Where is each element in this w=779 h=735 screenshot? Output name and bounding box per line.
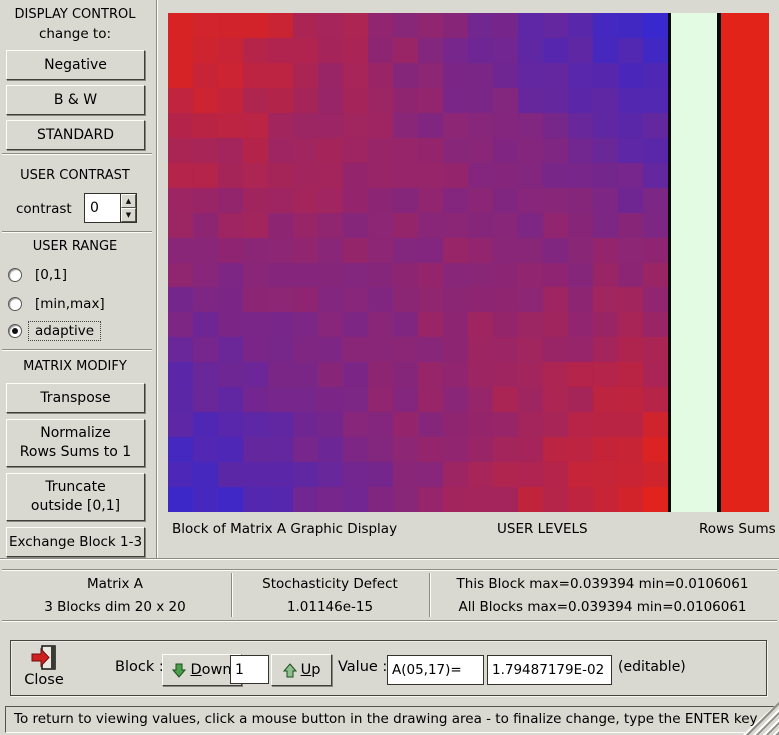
stochasticity-label: Stochasticity Defect — [232, 576, 428, 592]
sidebar: DISPLAY CONTROL change to: Negative B & … — [0, 0, 157, 558]
normalize-line2: Rows Sums to 1 — [20, 443, 131, 462]
block-up-button[interactable]: Up — [271, 654, 332, 686]
separator — [2, 349, 152, 350]
editable-note: (editable) — [618, 659, 686, 675]
negative-button[interactable]: Negative — [6, 50, 145, 80]
radio-icon — [8, 268, 22, 282]
radio-range-minmax[interactable]: [min,max] — [8, 295, 105, 313]
contrast-spin-buttons: ▲ ▼ — [120, 193, 137, 223]
up-arrow-icon — [283, 663, 297, 678]
down-label: Down — [190, 661, 231, 680]
truncate-line1: Truncate — [45, 478, 105, 497]
user-levels-strip[interactable] — [671, 13, 717, 512]
value-label: Value : — [338, 659, 387, 675]
matrix-display-window: { "sidebar": { "display_control_title": … — [0, 0, 779, 735]
exit-door-icon — [30, 645, 58, 671]
truncate-line2: outside [0,1] — [31, 497, 120, 516]
close-button[interactable]: Close — [15, 643, 73, 693]
separator — [2, 231, 152, 232]
radio-label: [min,max] — [35, 296, 105, 312]
truncate-button[interactable]: Truncate outside [0,1] — [6, 473, 145, 521]
transpose-button[interactable]: Transpose — [6, 383, 145, 413]
drawing-area: Block of Matrix A Graphic Display USER L… — [157, 0, 779, 558]
close-label: Close — [15, 672, 73, 688]
rows-sums-label: Rows Sums — [699, 521, 776, 537]
block-display-label: Block of Matrix A Graphic Display — [172, 521, 397, 537]
change-to-label: change to: — [0, 26, 150, 42]
up-label: Up — [301, 661, 321, 680]
standard-button[interactable]: STANDARD — [6, 120, 145, 150]
bw-button[interactable]: B & W — [6, 85, 145, 115]
normalize-line1: Normalize — [40, 424, 111, 443]
radio-icon — [8, 297, 22, 311]
matrix-name: Matrix A — [0, 576, 230, 592]
exchange-block-button[interactable]: Exchange Block 1-3 — [6, 527, 145, 557]
separator — [2, 620, 777, 621]
this-block-stats: This Block max=0.039394 min=0.0106061 — [430, 576, 775, 592]
user-contrast-title: USER CONTRAST — [0, 168, 150, 183]
matrix-info: 3 Blocks dim 20 x 20 — [0, 599, 230, 615]
status-panel: Matrix A 3 Blocks dim 20 x 20 Stochastic… — [0, 569, 779, 621]
matrix-modify-title: MATRIX MODIFY — [0, 359, 150, 374]
cell-value-input[interactable] — [487, 655, 612, 685]
radio-label: [0,1] — [35, 267, 67, 283]
block-number-input[interactable] — [230, 655, 269, 684]
contrast-spinner: ▲ ▼ — [84, 193, 137, 223]
contrast-input[interactable] — [84, 193, 120, 223]
rows-sums-strip[interactable] — [721, 13, 769, 512]
down-arrow-icon — [172, 663, 186, 678]
cell-ref-input[interactable] — [387, 655, 484, 685]
radio-range-adaptive[interactable]: adaptive — [8, 322, 101, 340]
radio-label: adaptive — [28, 321, 101, 341]
block-label: Block : — [115, 659, 164, 675]
separator — [2, 569, 777, 570]
radio-range-01[interactable]: [0,1] — [8, 266, 67, 284]
status-message: To return to viewing values, click a mou… — [14, 711, 776, 727]
matrix-heatmap[interactable] — [168, 13, 668, 512]
stochasticity-value: 1.01146e-15 — [232, 599, 428, 615]
display-control-title: DISPLAY CONTROL — [0, 7, 150, 22]
contrast-label: contrast — [16, 201, 72, 217]
control-bar: Close Block : Down Up Value : (editable) — [10, 640, 767, 696]
normalize-button[interactable]: Normalize Rows Sums to 1 — [6, 419, 145, 467]
separator — [2, 153, 152, 154]
all-blocks-stats: All Blocks max=0.039394 min=0.0106061 — [430, 599, 775, 615]
spin-down-icon[interactable]: ▼ — [121, 208, 136, 222]
radio-icon — [8, 324, 22, 338]
user-range-title: USER RANGE — [0, 239, 150, 254]
spin-up-icon[interactable]: ▲ — [121, 194, 136, 208]
separator — [0, 558, 779, 559]
user-levels-label: USER LEVELS — [497, 521, 588, 537]
status-message-bar: To return to viewing values, click a mou… — [5, 706, 776, 733]
